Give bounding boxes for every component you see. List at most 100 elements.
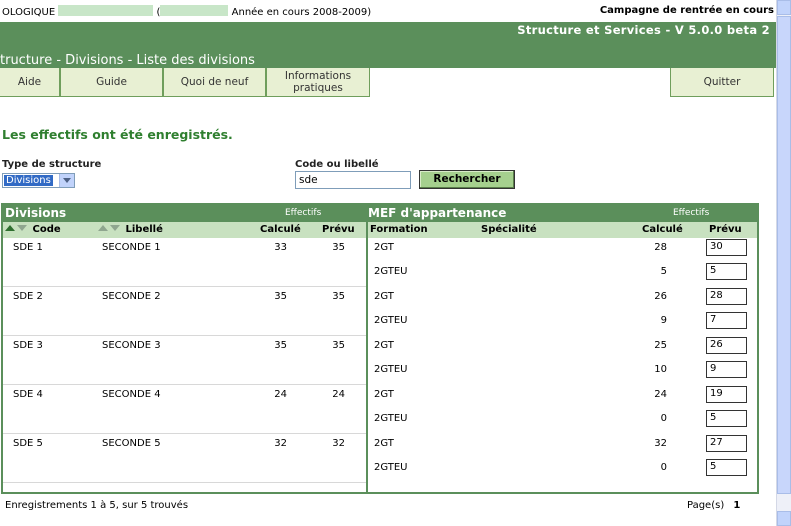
mef-calcule: 0 (660, 413, 667, 424)
scroll-thumb[interactable] (777, 16, 791, 494)
search-button[interactable]: Rechercher (419, 170, 515, 189)
division-code: SDE 4 (13, 389, 43, 400)
col-prevu2-header: Prévu (709, 224, 742, 235)
prevu-input[interactable]: 9 (706, 361, 747, 378)
prevu-input[interactable]: 5 (706, 410, 747, 427)
division-code: SDE 3 (13, 340, 43, 351)
sort-asc-icon[interactable] (98, 225, 108, 231)
menu-informations[interactable]: Informations pratiques (266, 68, 370, 97)
type-structure-value: Divisions (4, 175, 53, 186)
division-code: SDE 2 (13, 291, 43, 302)
division-prevu: 35 (332, 291, 345, 302)
col-libelle-header[interactable]: Libellé (98, 224, 163, 235)
mef-formation: 2GT (374, 389, 394, 400)
division-calcule: 32 (274, 438, 287, 449)
col-calcule2-header: Calculé (642, 224, 683, 235)
division-libelle: SECONDE 1 (102, 242, 161, 253)
establishment-info: OLOGIQUE ( Année en cours 2008-2009) (2, 5, 371, 18)
column-headers: Code Libellé Calculé Prévu Formation Spé… (3, 222, 757, 238)
division-libelle: SECONDE 4 (102, 389, 161, 400)
app-version: Structure et Services - V 5.0.0 beta 2 (517, 23, 770, 37)
redacted-block (160, 5, 229, 16)
prevu-input[interactable]: 5 (706, 459, 747, 476)
division-prevu: 35 (332, 242, 345, 253)
page-link[interactable]: 1 (733, 500, 740, 511)
menu-quoi-de-neuf[interactable]: Quoi de neuf (163, 68, 266, 97)
mef-formation: 2GTEU (374, 413, 408, 424)
division-prevu: 24 (332, 389, 345, 400)
type-structure-select[interactable]: Divisions (2, 173, 75, 188)
division-prevu: 35 (332, 340, 345, 351)
prevu-input[interactable]: 26 (706, 337, 747, 354)
chevron-down-icon[interactable] (59, 174, 74, 187)
table-row (3, 336, 366, 385)
success-message: Les effectifs ont été enregistrés. (2, 127, 233, 142)
menu-quoi-label: Quoi de neuf (180, 76, 249, 88)
records-count: Enregistrements 1 à 5, sur 5 trouvés (5, 500, 189, 511)
app-banner: Structure et Services - V 5.0.0 beta 2 t… (0, 22, 776, 68)
mef-formation: 2GT (374, 242, 394, 253)
menu-info-label-1: Informations (284, 70, 352, 82)
pages-label: Page(s) (687, 500, 725, 511)
breadcrumb: tructure - Divisions - Liste des divisio… (0, 53, 255, 68)
division-code: SDE 1 (13, 242, 43, 253)
mef-calcule: 32 (654, 438, 667, 449)
table-row (3, 385, 366, 434)
mef-formation: 2GT (374, 438, 394, 449)
establishment-name: OLOGIQUE (2, 7, 56, 18)
mef-title: MEF d'appartenance (368, 206, 507, 220)
scroll-up-button[interactable] (777, 0, 791, 15)
redacted-block (58, 5, 154, 16)
mef-calcule: 26 (654, 291, 667, 302)
mef-calcule: 10 (654, 364, 667, 375)
table-row (3, 434, 366, 483)
menu-guide[interactable]: Guide (60, 68, 163, 97)
prevu-input[interactable]: 27 (706, 435, 747, 452)
menu-aide[interactable]: Aide (0, 68, 60, 97)
division-libelle: SECONDE 5 (102, 438, 161, 449)
col-specialite-header: Spécialité (481, 224, 537, 235)
menu-quitter[interactable]: Quitter (670, 68, 774, 97)
mef-formation: 2GTEU (374, 266, 408, 277)
sort-desc-icon[interactable] (17, 225, 27, 231)
code-libelle-input[interactable] (295, 171, 411, 189)
campaign-status: Campagne de rentrée en cours (599, 5, 774, 16)
scroll-down-button[interactable] (777, 511, 791, 526)
division-libelle: SECONDE 3 (102, 340, 161, 351)
division-prevu: 32 (332, 438, 345, 449)
mef-calcule: 25 (654, 340, 667, 351)
mef-formation: 2GT (374, 291, 394, 302)
vertical-scrollbar[interactable] (776, 0, 791, 526)
menu-guide-label: Guide (96, 76, 127, 88)
division-libelle: SECONDE 2 (102, 291, 161, 302)
type-structure-label: Type de structure (2, 159, 102, 170)
prevu-input[interactable]: 5 (706, 263, 747, 280)
table-row (3, 238, 366, 287)
col-code-header[interactable]: Code (5, 224, 61, 235)
mef-formation: 2GTEU (374, 364, 408, 375)
menu-info-label-2: pratiques (293, 82, 343, 94)
mef-calcule: 0 (660, 462, 667, 473)
division-calcule: 35 (274, 340, 287, 351)
col-code-label: Code (32, 224, 61, 235)
sort-asc-icon[interactable] (5, 225, 15, 231)
table-row (3, 287, 366, 336)
prevu-input[interactable]: 19 (706, 386, 747, 403)
col-libelle-label: Libellé (125, 224, 163, 235)
divisions-grid: Divisions Effectifs MEF d'appartenance E… (1, 203, 759, 494)
mef-formation: 2GTEU (374, 462, 408, 473)
prevu-input[interactable]: 30 (706, 239, 747, 256)
prevu-input[interactable]: 7 (706, 312, 747, 329)
division-calcule: 24 (274, 389, 287, 400)
menu-aide-label: Aide (17, 76, 42, 88)
divisions-title: Divisions (5, 206, 67, 220)
effectifs-left-label: Effectifs (285, 208, 322, 218)
division-calcule: 35 (274, 291, 287, 302)
prevu-input[interactable]: 28 (706, 288, 747, 305)
mef-calcule: 9 (660, 315, 667, 326)
mef-calcule: 24 (654, 389, 667, 400)
sort-desc-icon[interactable] (110, 225, 120, 231)
mef-formation: 2GTEU (374, 315, 408, 326)
col-calcule-header: Calculé (260, 224, 301, 235)
grid-divider (366, 205, 368, 492)
